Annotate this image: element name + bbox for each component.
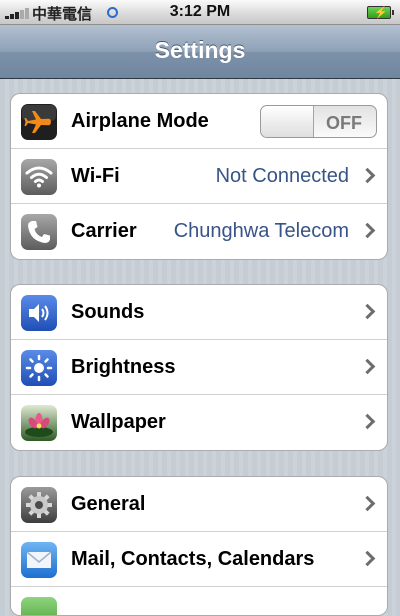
flower-icon <box>21 405 57 441</box>
speaker-icon <box>21 295 57 331</box>
chevron-right-icon <box>359 413 376 430</box>
wifi-status-value: Not Connected <box>215 165 349 187</box>
settings-row-airplane-mode: Airplane Mode OFF <box>11 94 387 149</box>
settings-row-mail[interactable]: Mail, Contacts, Calendars <box>11 532 387 587</box>
status-bar: 中華電信 3:12 PM ⚡ <box>0 0 400 25</box>
settings-row-partial[interactable] <box>11 587 387 615</box>
settings-row-carrier[interactable]: Carrier Chunghwa Telecom <box>11 204 387 259</box>
envelope-icon <box>21 542 57 578</box>
phone-icon <box>21 214 57 250</box>
sun-icon <box>21 350 57 386</box>
chevron-right-icon <box>359 358 376 375</box>
wifi-icon <box>21 159 57 195</box>
chevron-right-icon <box>359 550 376 567</box>
chevron-right-icon <box>359 303 376 320</box>
toggle-knob[interactable] <box>261 106 314 137</box>
settings-row-wallpaper[interactable]: Wallpaper <box>11 395 387 450</box>
chevron-right-icon <box>359 222 376 239</box>
airplane-icon <box>21 104 57 140</box>
gear-icon <box>21 487 57 523</box>
chevron-right-icon <box>359 495 376 512</box>
page-title: Settings <box>154 37 246 63</box>
navigation-bar: Settings <box>0 25 400 79</box>
settings-group-system: General Mail, Contacts, Calendars <box>10 476 388 616</box>
mail-contacts-calendars-label: Mail, Contacts, Calendars <box>71 548 315 570</box>
toggle-state-text: OFF <box>326 113 362 133</box>
general-label: General <box>71 493 146 515</box>
battery-charging-icon: ⚡ <box>367 6 394 19</box>
settings-row-wifi[interactable]: Wi-Fi Not Connected <box>11 149 387 204</box>
airplane-mode-toggle[interactable]: OFF <box>260 105 377 138</box>
carrier-value: Chunghwa Telecom <box>173 220 349 242</box>
wifi-label: Wi-Fi <box>71 165 120 187</box>
settings-row-brightness[interactable]: Brightness <box>11 340 387 395</box>
settings-group-connectivity: Airplane Mode OFF Wi-Fi Not Connected Ca… <box>10 93 388 260</box>
sounds-label: Sounds <box>71 301 145 323</box>
status-time: 3:12 PM <box>169 3 231 20</box>
airplane-mode-label: Airplane Mode <box>71 110 209 132</box>
settings-group-appearance: Sounds Brightness Wallpaper <box>10 284 388 451</box>
settings-row-general[interactable]: General <box>11 477 387 532</box>
brightness-label: Brightness <box>71 356 176 378</box>
chevron-right-icon <box>359 167 376 184</box>
carrier-label: Carrier <box>71 220 137 242</box>
wallpaper-label: Wallpaper <box>71 411 166 433</box>
settings-row-sounds[interactable]: Sounds <box>11 285 387 340</box>
